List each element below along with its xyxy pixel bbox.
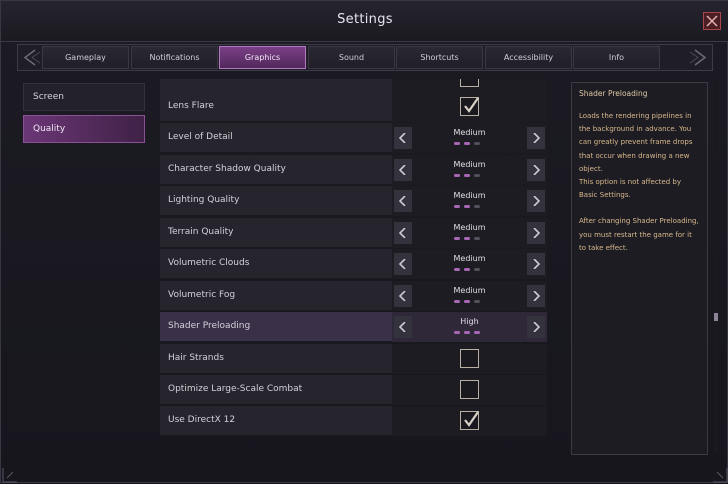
setting-label: Volumetric Clouds [168,258,250,268]
window-title: Settings [337,12,393,27]
chevron-right-icon [533,322,540,332]
chevron-right-icon [533,133,540,143]
close-button[interactable] [703,12,721,30]
checkmark-icon [464,411,479,427]
setting-value: Medium [453,128,486,137]
decrease-button[interactable] [394,253,412,275]
setting-row-lighting-quality: Lighting Quality Medium [160,186,547,216]
corner-ornament-icon [713,468,728,483]
chevron-left-icon [399,259,406,269]
setting-value: Medium [453,286,486,295]
setting-label: Lighting Quality [168,195,240,205]
settings-row-partial [160,79,547,93]
setting-label: Character Shadow Quality [168,164,286,174]
checkbox[interactable] [460,79,479,87]
optimize-combat-checkbox[interactable] [460,380,479,399]
sidebar-item-quality[interactable]: Quality [23,115,145,143]
setting-value: Medium [453,254,486,263]
increase-button[interactable] [527,159,545,181]
settings-list: Lens Flare Level of Detail Medium Charac [160,79,547,438]
level-indicator [454,331,486,335]
chevron-left-icon [399,196,406,206]
setting-label: Volumetric Fog [168,290,236,300]
chevron-right-icon [533,291,540,301]
setting-row-volumetric-clouds: Volumetric Clouds Medium [160,249,547,279]
chevron-right-icon [533,259,540,269]
tab-prev-arrow-icon[interactable] [19,46,43,69]
setting-row-terrain-quality: Terrain Quality Medium [160,218,547,248]
chevron-right-icon [533,228,540,238]
chevron-right-icon [533,196,540,206]
tab-accessibility[interactable]: Accessibility [485,46,572,69]
decrease-button[interactable] [394,159,412,181]
setting-label: Level of Detail [168,132,233,142]
setting-row-hair-strands: Hair Strands [160,344,547,374]
tab-info[interactable]: Info [573,46,660,69]
setting-label: Use DirectX 12 [168,415,236,425]
setting-row-use-directx-12: Use DirectX 12 [160,406,547,436]
increase-button[interactable] [527,222,545,244]
level-indicator [454,300,486,304]
tab-next-arrow-icon[interactable] [687,46,711,69]
increase-button[interactable] [527,253,545,275]
setting-value: Medium [453,223,486,232]
increase-button[interactable] [527,285,545,307]
decrease-button[interactable] [394,316,412,338]
decrease-button[interactable] [394,285,412,307]
corner-ornament-icon [2,468,17,483]
setting-label: Terrain Quality [168,227,234,237]
info-title: Shader Preloading [579,89,648,98]
setting-row-shader-preloading[interactable]: Shader Preloading High [160,312,547,342]
close-x-icon [706,15,718,27]
info-paragraph: After changing Shader Preloading, you mu… [579,217,699,252]
tab-shortcuts[interactable]: Shortcuts [396,46,483,69]
setting-label: Optimize Large-Scale Combat [168,384,303,394]
setting-label: Hair Strands [168,353,224,363]
tab-sound[interactable]: Sound [308,46,395,69]
level-indicator [454,174,486,178]
scrollbar[interactable] [714,81,718,453]
lens-flare-checkbox[interactable] [460,97,479,116]
chevron-left-icon [399,133,406,143]
setting-label: Shader Preloading [168,321,251,331]
level-indicator [454,237,486,241]
title-bar: Settings [1,1,728,42]
decrease-button[interactable] [394,190,412,212]
chevron-left-icon [399,291,406,301]
level-indicator [454,205,486,209]
setting-value: Medium [453,160,486,169]
setting-row-character-shadow-quality: Character Shadow Quality Medium [160,155,547,185]
tab-graphics[interactable]: Graphics [219,46,306,69]
setting-row-lens-flare: Lens Flare [160,92,547,122]
directx12-checkbox[interactable] [460,411,479,430]
tab-gameplay[interactable]: Gameplay [42,46,129,69]
setting-value: Medium [453,191,486,200]
setting-row-level-of-detail: Level of Detail Medium [160,123,547,153]
setting-label: Lens Flare [168,101,214,111]
scroll-thumb[interactable] [714,313,718,321]
level-indicator [454,268,486,272]
setting-row-optimize-large-scale-combat: Optimize Large-Scale Combat [160,375,547,405]
setting-row-volumetric-fog: Volumetric Fog Medium [160,281,547,311]
hair-strands-checkbox[interactable] [460,349,479,368]
setting-value: High [460,317,479,326]
chevron-left-icon [399,228,406,238]
decrease-button[interactable] [394,222,412,244]
increase-button[interactable] [527,127,545,149]
chevron-left-icon [399,165,406,175]
checkmark-icon [464,97,479,113]
info-paragraph: Loads the rendering pipelines in the bac… [579,112,693,173]
level-indicator [454,142,486,146]
chevron-right-icon [533,165,540,175]
sidebar-item-screen[interactable]: Screen [23,83,145,111]
chevron-left-icon [399,322,406,332]
decrease-button[interactable] [394,127,412,149]
increase-button[interactable] [527,190,545,212]
settings-window: Settings Gameplay Notifications Graphics… [0,0,728,483]
info-paragraph: This option is not affected by Basic Set… [579,178,681,200]
tab-notifications[interactable]: Notifications [131,46,218,69]
info-panel: Shader Preloading Loads the rendering pi… [571,82,708,455]
increase-button[interactable] [527,316,545,338]
